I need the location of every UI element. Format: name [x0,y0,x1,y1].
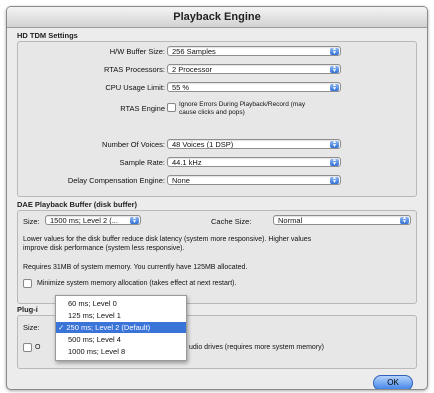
hd-tdm-title: HD TDM Settings [17,31,78,40]
menu-item-125ms[interactable]: 125 ms; Level 1 [56,310,186,321]
window-title: Playback Engine [7,7,427,28]
voices-label: Number Of Voices: [102,140,165,149]
plugin-option-checkbox[interactable] [23,343,32,352]
dae-description: Lower values for the disk buffer reduce … [23,236,312,252]
plugin-size-label: Size: [23,323,40,332]
popup-arrow-icon: ▲ ▼ [330,176,339,184]
popup-arrow-icon: ▲ ▼ [330,47,339,55]
ignore-errors-checkbox[interactable] [167,103,176,112]
menu-item-1000ms[interactable]: 1000 ms; Level 8 [56,346,186,357]
checkmark-icon: ✓ [58,323,65,332]
dae-size-select[interactable]: 1500 ms; Level 2 (... ▲ ▼ [45,215,141,225]
minimize-memory-label: Minimize system memory allocation (takes… [37,280,237,287]
popup-arrow-icon: ▲ ▼ [130,216,139,224]
menu-item-500ms[interactable]: 500 ms; Level 4 [56,334,186,345]
menu-item-60ms[interactable]: 60 ms; Level 0 [56,298,186,309]
sample-rate-label: Sample Rate: [119,158,165,167]
hw-buffer-label: H/W Buffer Size: [109,47,165,56]
delay-comp-label: Delay Compensation Engine: [67,176,165,185]
plugin-option-prefix: O [35,344,41,351]
menu-item-250ms[interactable]: ✓ 250 ms; Level 2 (Default) [56,322,186,333]
hw-buffer-select[interactable]: 256 Samples ▲ ▼ [167,46,341,56]
cpu-limit-label: CPU Usage Limit: [105,83,165,92]
rtas-engine-label: RTAS Engine [120,104,165,113]
popup-arrow-icon: ▲ ▼ [330,140,339,148]
popup-arrow-icon: ▲ ▼ [400,216,409,224]
delay-comp-select[interactable]: None ▲ ▼ [167,175,341,185]
dae-buffer-title: DAE Playback Buffer (disk buffer) [17,200,138,209]
cache-size-select[interactable]: Normal ▲ ▼ [273,215,411,225]
disk-buffer-dropdown-menu: 60 ms; Level 0 125 ms; Level 1 ✓ 250 ms;… [55,295,187,361]
popup-arrow-icon: ▲ ▼ [330,158,339,166]
voices-select[interactable]: 48 Voices (1 DSP) ▲ ▼ [167,139,341,149]
ignore-errors-label: Ignore Errors During Playback/Record (ma… [179,101,306,116]
cpu-limit-select[interactable]: 55 % ▲ ▼ [167,82,341,92]
playback-engine-window: Playback Engine HD TDM Settings H/W Buff… [6,6,428,390]
plugin-option-label: udio drives (requires more system memory… [189,344,324,351]
rtas-processors-select[interactable]: 2 Processor ▲ ▼ [167,64,341,74]
dae-size-label: Size: [23,217,40,226]
cache-size-label: Cache Size: [211,217,252,226]
memory-note: Requires 31MB of system memory. You curr… [23,264,248,271]
popup-arrow-icon: ▲ ▼ [330,83,339,91]
sample-rate-select[interactable]: 44.1 kHz ▲ ▼ [167,157,341,167]
ok-button[interactable]: OK [373,375,413,389]
plugin-title: Plug-i [17,305,38,314]
minimize-memory-checkbox[interactable] [23,279,32,288]
popup-arrow-icon: ▲ ▼ [330,65,339,73]
rtas-processors-label: RTAS Processors: [104,65,165,74]
